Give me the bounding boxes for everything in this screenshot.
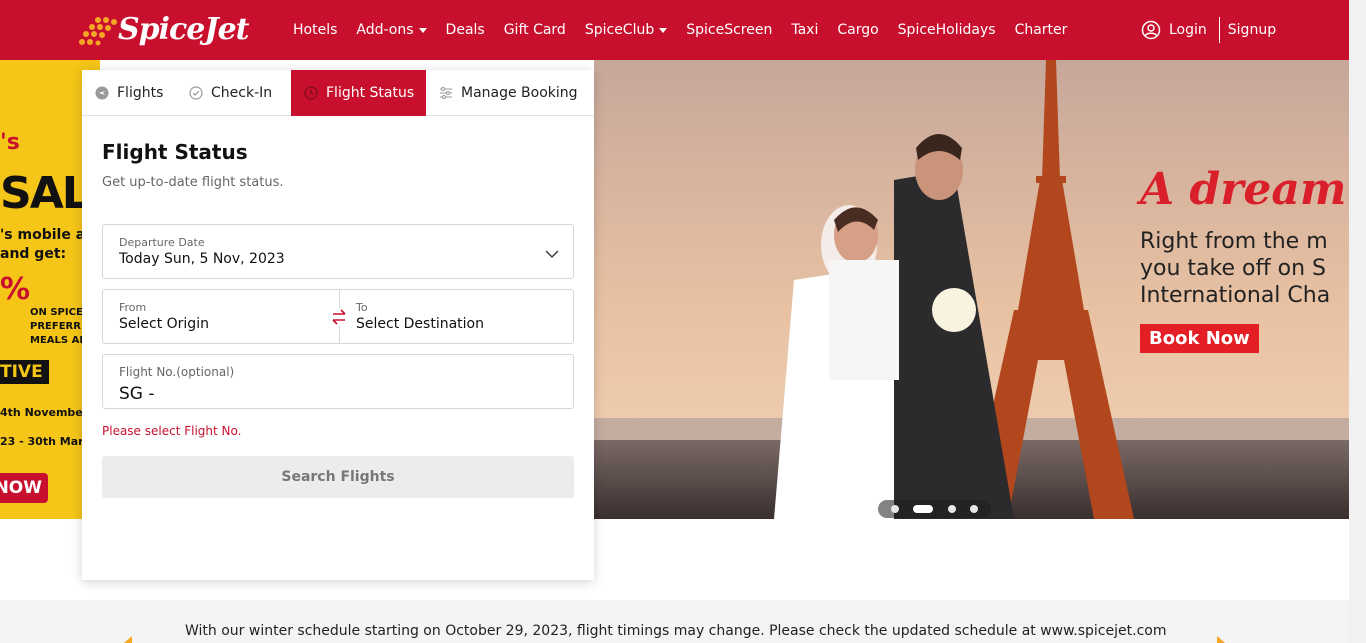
booking-tabs: Flights Check-In Flight Status Manage Bo… [82, 70, 594, 116]
origin-destination-field: From Select Origin To Select Destination [102, 289, 574, 344]
nav-deals-label: Deals [445, 22, 485, 38]
nav-spicescreen-label: SpiceScreen [686, 22, 773, 38]
destination-value: Select Destination [356, 316, 484, 332]
signup-link[interactable]: Signup [1228, 22, 1276, 38]
nav-deals[interactable]: Deals [446, 22, 485, 38]
carousel-dot[interactable] [947, 505, 956, 513]
departure-date-field[interactable]: Departure Date Today Sun, 5 Nov, 2023 [102, 224, 574, 279]
logo-dots-icon [79, 17, 117, 46]
banner-subtitle: Right from the m you take off on S Inter… [1140, 229, 1331, 308]
promo-line: MEALS AN [30, 335, 88, 346]
nav-gift-card[interactable]: Gift Card [504, 22, 566, 38]
promo-line: 's mobile ap [0, 227, 96, 243]
login-link[interactable]: Login [1169, 22, 1207, 38]
logo-wordmark: SpiceJet [118, 12, 250, 47]
tab-manage-booking[interactable]: Manage Booking [426, 70, 594, 116]
user-circle-icon [1141, 20, 1161, 40]
tab-flight-status[interactable]: Flight Status [291, 70, 426, 116]
tab-flight-status-label: Flight Status [326, 85, 415, 101]
nav-cargo-label: Cargo [837, 22, 879, 38]
promo-line: and get: [0, 246, 67, 262]
tab-flights-label: Flights [117, 85, 164, 101]
flight-number-label: Flight No.(optional) [119, 365, 235, 379]
nav-gift-card-label: Gift Card [503, 22, 566, 38]
tab-manage-booking-label: Manage Booking [461, 85, 578, 101]
tab-check-in[interactable]: Check-In [176, 70, 291, 116]
form-subtitle: Get up-to-date flight status. [102, 175, 284, 190]
main-nav: Hotels Add-ons Deals Gift Card SpiceClub… [293, 0, 1086, 60]
plane-circle-icon [95, 86, 109, 100]
nav-hotels[interactable]: Hotels [293, 22, 337, 38]
form-title: Flight Status [102, 140, 248, 164]
top-navigation-bar: SpiceJet Hotels Add-ons Deals Gift Card … [0, 0, 1366, 60]
chevron-down-icon [418, 27, 427, 33]
schedule-notice: With our winter schedule starting on Oct… [0, 600, 1349, 643]
promo-heading-fragment: 's [0, 130, 20, 155]
nav-taxi[interactable]: Taxi [791, 22, 818, 38]
search-flights-button[interactable]: Search Flights [102, 456, 574, 498]
banner-title: A dream w [1140, 164, 1349, 215]
carousel-dot-active[interactable] [913, 505, 934, 513]
nav-spiceholidays[interactable]: SpiceHolidays [898, 22, 996, 38]
nav-add-ons-label: Add-ons [356, 22, 414, 38]
carousel-dots [878, 500, 991, 518]
promo-book-button[interactable]: NOW [0, 473, 48, 503]
sliders-icon [440, 87, 452, 99]
chevron-down-icon [659, 27, 668, 33]
promo-line: ON SPICE [30, 307, 83, 318]
chevron-down-icon [545, 250, 559, 259]
nav-hotels-label: Hotels [293, 22, 338, 38]
flight-number-input[interactable]: SG - [119, 384, 155, 404]
chevron-left-icon[interactable] [124, 636, 132, 643]
nav-add-ons[interactable]: Add-ons [356, 22, 427, 38]
origin-label: From [119, 301, 147, 314]
promo-line: PREFERR [30, 321, 81, 332]
auth-links: Login Signup [1141, 0, 1276, 60]
spicejet-logo[interactable]: SpiceJet [78, 8, 250, 52]
check-circle-icon [189, 86, 203, 100]
nav-spiceclub-label: SpiceClub [584, 22, 655, 38]
departure-date-value: Today Sun, 5 Nov, 2023 [119, 251, 285, 267]
nav-spicescreen[interactable]: SpiceScreen [686, 22, 772, 38]
swap-arrows-icon[interactable] [330, 308, 348, 326]
nav-taxi-label: Taxi [791, 22, 819, 38]
nav-charter-label: Charter [1014, 22, 1068, 38]
carousel-dot[interactable] [891, 505, 900, 513]
promo-tag: TIVE [0, 360, 49, 384]
banner-paris-couple[interactable]: A dream w Right from the m you take off … [594, 60, 1349, 519]
nav-cargo[interactable]: Cargo [837, 22, 878, 38]
tab-flights[interactable]: Flights [82, 70, 176, 116]
schedule-notice-text: With our winter schedule starting on Oct… [185, 623, 1167, 639]
booking-widget: Flights Check-In Flight Status Manage Bo… [82, 70, 594, 580]
nav-spiceclub[interactable]: SpiceClub [584, 22, 668, 38]
promo-discount: % [0, 272, 31, 307]
carousel-dot[interactable] [969, 505, 978, 513]
chevron-right-icon[interactable] [1217, 636, 1225, 643]
page-scrollbar[interactable] [1349, 0, 1366, 643]
destination-field[interactable]: To Select Destination [340, 290, 574, 343]
flight-number-error: Please select Flight No. [102, 424, 242, 438]
clock-icon [304, 86, 318, 100]
flight-number-field[interactable]: Flight No.(optional) SG - [102, 354, 574, 409]
departure-date-label: Departure Date [119, 236, 205, 249]
tab-check-in-label: Check-In [211, 85, 273, 101]
promo-sale-text: SAL [0, 168, 90, 219]
origin-field[interactable]: From Select Origin [103, 290, 339, 343]
auth-divider [1218, 17, 1220, 43]
nav-spiceholidays-label: SpiceHolidays [897, 22, 996, 38]
book-now-button[interactable]: Book Now [1140, 324, 1259, 353]
destination-label: To [356, 301, 368, 314]
nav-charter[interactable]: Charter [1015, 22, 1068, 38]
origin-value: Select Origin [119, 316, 209, 332]
